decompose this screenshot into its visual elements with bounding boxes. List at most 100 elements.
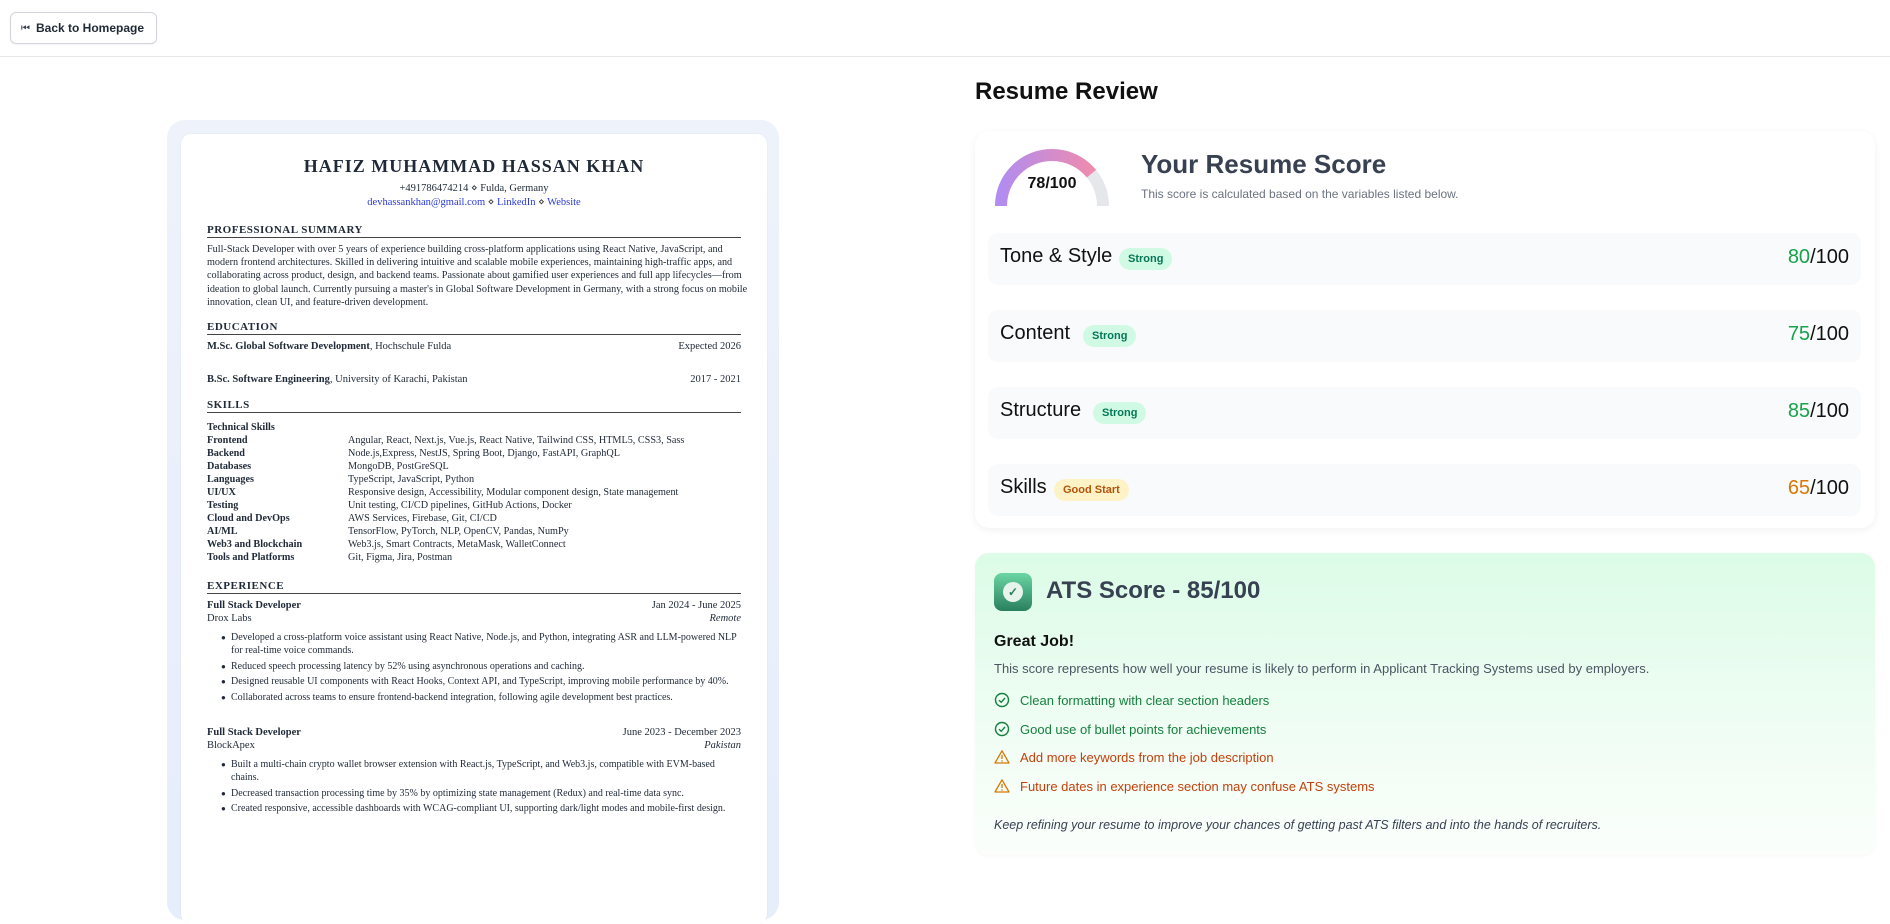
skill-category: Testing	[207, 500, 239, 511]
ats-check-icon: ✓	[994, 573, 1032, 611]
skill-values: Web3.js, Smart Contracts, MetaMask, Wall…	[348, 539, 566, 550]
education-degree: B.Sc. Software Engineering	[207, 374, 330, 385]
list-item: ● Developed a cross-platform voice assist…	[221, 632, 737, 656]
list-item: ● Collaborated across teams to ensure fro…	[221, 692, 673, 704]
resume-contact: +491786474214 ⋄ Fulda, Germany	[399, 183, 549, 194]
skill-row: Testing Unit testing, CI/CD pipelines, Gi…	[207, 499, 741, 512]
job-company: Drox Labs	[207, 613, 252, 624]
skill-category: Languages	[207, 474, 254, 485]
category-skills[interactable]: Skills Good Start 65/100	[988, 464, 1861, 516]
skill-row: Frontend Angular, React, Next.js, Vue.js,…	[207, 434, 741, 447]
education-heading: EDUCATION	[207, 321, 741, 335]
ats-title: ATS Score - 85/100	[1046, 577, 1261, 604]
resume-website-link[interactable]: Website	[547, 197, 581, 208]
skill-row: Tools and Platforms Git, Figma, Jira, Pos…	[207, 551, 741, 564]
job-title: Full Stack Developer	[207, 600, 301, 611]
skip-back-icon: ⏮	[21, 22, 30, 34]
category-structure[interactable]: Structure Strong 85/100	[988, 387, 1861, 439]
skill-row: Backend Node.js,Express, NestJS, Spring B…	[207, 447, 741, 460]
skill-category: AI/ML	[207, 526, 238, 537]
skills-list: Technical Skills Frontend Angular, React,…	[207, 421, 741, 564]
ats-tip: Good use of bullet points for achievemen…	[994, 721, 1266, 737]
list-item: ● Created responsive, accessible dashboar…	[221, 803, 726, 815]
skill-values: AWS Services, Firebase, Git, CI/CD	[348, 513, 497, 524]
ats-score-card: ✓ ATS Score - 85/100 Great Job! This sco…	[975, 553, 1875, 855]
category-content[interactable]: Content Strong 75/100	[988, 310, 1861, 362]
education-entry: B.Sc. Software Engineering, University o…	[207, 374, 741, 385]
list-item: ● Reduced speech processing latency by 52…	[221, 660, 585, 672]
resume-email-link[interactable]: devhassankhan@gmail.com	[367, 197, 485, 208]
back-to-homepage-button[interactable]: ⏮ Back to Homepage	[10, 12, 158, 44]
category-score: 65/100	[1787, 477, 1849, 499]
check-circle-icon	[994, 721, 1010, 737]
resume-links: devhassankhan@gmail.com ⋄ LinkedIn ⋄ Web…	[181, 196, 767, 208]
link-separator: ⋄	[538, 197, 545, 208]
category-name: Skills	[1000, 476, 1047, 498]
skill-row: Web3 and Blockchain Web3.js, Smart Contra…	[207, 538, 741, 551]
status-badge: Strong	[1093, 402, 1147, 424]
page-title: Resume Review	[975, 78, 1158, 105]
resume-linkedin-link[interactable]: LinkedIn	[497, 197, 536, 208]
warning-triangle-icon	[994, 779, 1010, 793]
resume-score-card: 78/100 Your Resume Score This score is c…	[975, 131, 1875, 528]
education-date: 2017 - 2021	[690, 374, 741, 385]
summary-heading: PROFESSIONAL SUMMARY	[207, 224, 741, 238]
status-badge: Good Start	[1054, 479, 1129, 501]
job-bullets: ● Built a multi-chain crypto wallet brows…	[221, 759, 739, 819]
job-company-row: Drox Labs Remote	[207, 613, 741, 624]
job-bullets: ● Developed a cross-platform voice assist…	[221, 632, 739, 708]
skills-subheading: Technical Skills	[207, 422, 275, 433]
skill-category: Cloud and DevOps	[207, 513, 290, 524]
skill-category: Databases	[207, 461, 252, 472]
job-company: BlockApex	[207, 740, 255, 751]
job-title: Full Stack Developer	[207, 727, 301, 738]
category-score: 80/100	[1787, 246, 1849, 268]
ats-subtitle: Great Job!	[994, 633, 1075, 650]
status-badge: Strong	[1119, 248, 1173, 270]
job-location: Remote	[709, 613, 742, 624]
skill-category: Web3 and Blockchain	[207, 539, 303, 550]
back-button-label: Back to Homepage	[36, 21, 145, 35]
score-title: Your Resume Score	[1141, 149, 1387, 179]
experience-heading: EXPERIENCE	[207, 580, 741, 594]
skill-category: UI/UX	[207, 487, 236, 498]
skill-values: Node.js,Express, NestJS, Spring Boot, Dj…	[348, 448, 620, 459]
ats-tip: Future dates in experience section may c…	[994, 778, 1375, 794]
resume-preview[interactable]: HAFIZ MUHAMMAD HASSAN KHAN +491786474214…	[181, 134, 767, 924]
check-circle-icon	[994, 692, 1010, 708]
list-item: ● Built a multi-chain crypto wallet brows…	[221, 759, 715, 783]
list-item: ● Designed reusable UI components with Re…	[221, 676, 729, 688]
top-bar: ⏮ Back to Homepage	[0, 0, 1890, 57]
summary-text: Full-Stack Developer with over 5 years o…	[207, 244, 748, 308]
skill-values: Git, Figma, Jira, Postman	[348, 552, 453, 563]
education-school: , University of Karachi, Pakistan	[329, 374, 468, 385]
education-degree: M.Sc. Global Software Development	[207, 341, 370, 352]
category-name: Tone & Style	[1000, 245, 1113, 267]
job-company-row: BlockApex Pakistan	[207, 740, 741, 751]
skill-row: AI/ML TensorFlow, PyTorch, NLP, OpenCV, P…	[207, 525, 741, 538]
category-name: Structure	[1000, 399, 1082, 421]
job-header: Full Stack Developer June 2023 - Decembe…	[207, 727, 741, 738]
skills-heading: SKILLS	[207, 399, 741, 413]
ats-tip: Add more keywords from the job descripti…	[994, 749, 1274, 765]
job-header: Full Stack Developer Jan 2024 - June 202…	[207, 600, 741, 611]
ats-footer: Keep refining your resume to improve you…	[994, 818, 1602, 832]
skill-values: MongoDB, PostGreSQL	[348, 461, 449, 472]
category-tone-style[interactable]: Tone & Style Strong 80/100	[988, 233, 1861, 285]
skill-category: Backend	[207, 448, 245, 459]
job-date: Jan 2024 - June 2025	[651, 600, 741, 611]
education-date: Expected 2026	[678, 341, 741, 352]
score-value: 78/100	[1027, 175, 1077, 192]
category-score: 75/100	[1787, 323, 1849, 345]
skill-row: UI/UX Responsive design, Accessibility, M…	[207, 486, 741, 499]
category-score: 85/100	[1787, 400, 1849, 422]
skill-values: Unit testing, CI/CD pipelines, GitHub Ac…	[348, 500, 572, 511]
job-location: Pakistan	[704, 740, 741, 751]
ats-tip: Clean formatting with clear section head…	[994, 692, 1269, 708]
ats-description: This score represents how well your resu…	[994, 661, 1650, 676]
resume-name: HAFIZ MUHAMMAD HASSAN KHAN	[303, 156, 645, 176]
skill-values: Angular, React, Next.js, Vue.js, React N…	[348, 435, 685, 446]
warning-triangle-icon	[994, 750, 1010, 764]
job-date: June 2023 - December 2023	[622, 727, 741, 738]
skill-values: TensorFlow, PyTorch, NLP, OpenCV, Pandas…	[348, 526, 569, 537]
